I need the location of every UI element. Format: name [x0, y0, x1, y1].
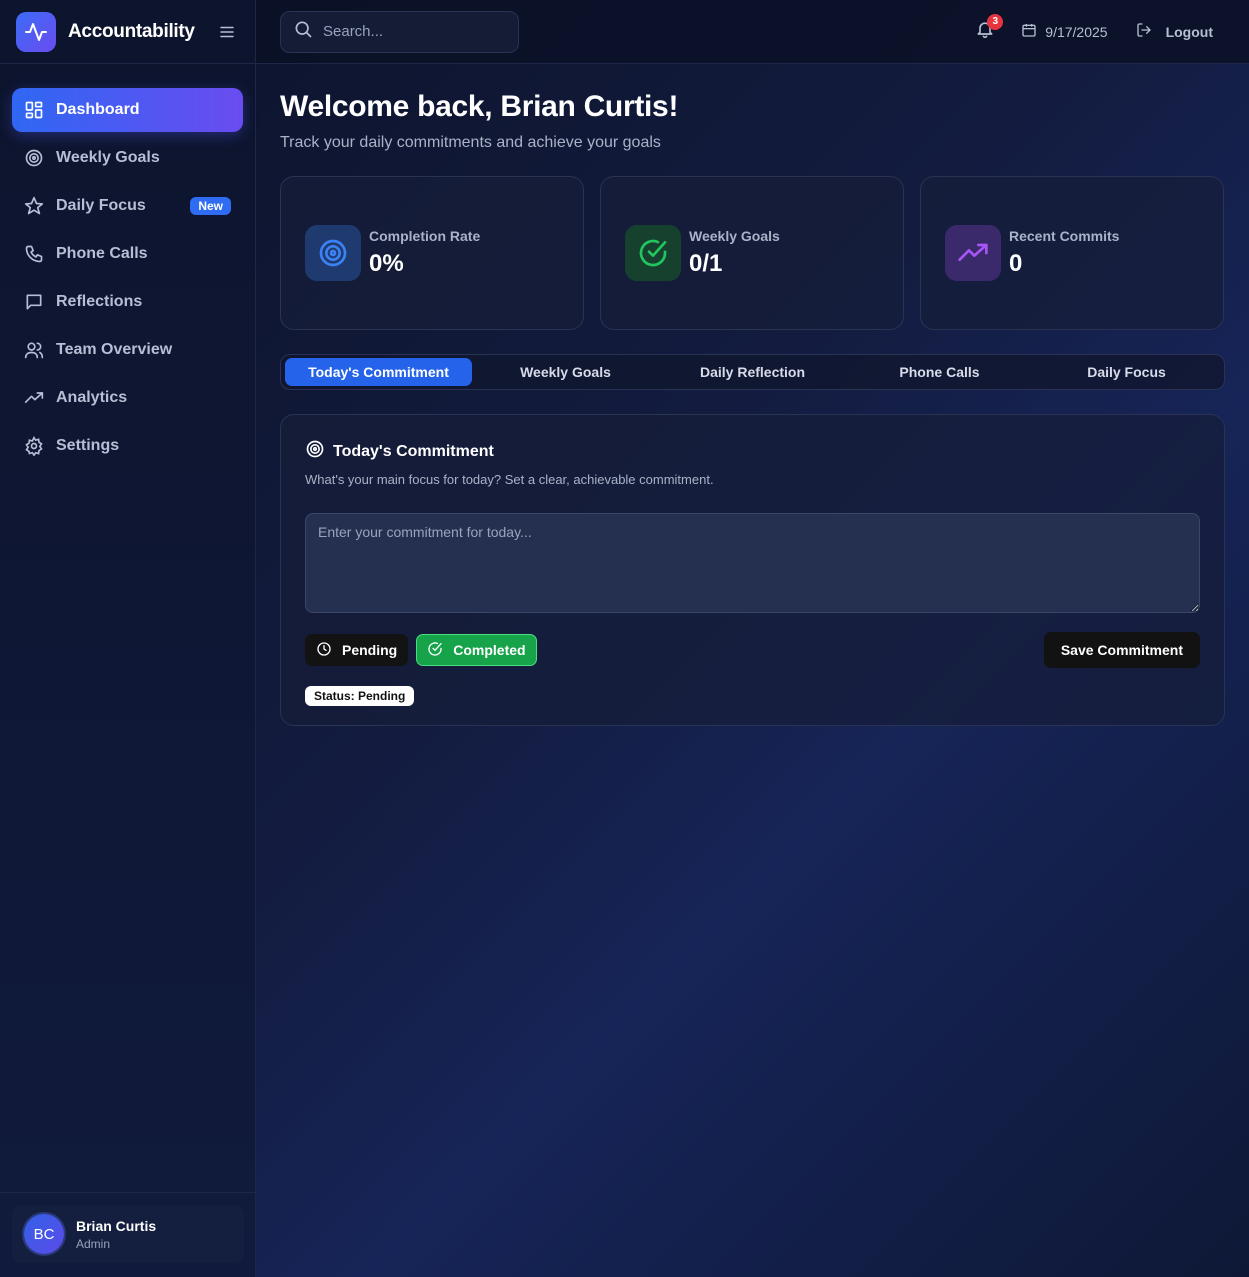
sidebar-item-team-overview[interactable]: Team Overview	[12, 328, 243, 372]
main-content: Welcome back, Brian Curtis! Track your d…	[280, 64, 1225, 726]
brand-header: Accountability	[0, 0, 255, 64]
stat-value: 0/1	[689, 250, 723, 277]
tab-daily-reflection[interactable]: Daily Reflection	[659, 358, 846, 386]
target-icon	[305, 439, 325, 464]
sidebar-item-analytics[interactable]: Analytics	[12, 376, 243, 420]
chat-icon	[24, 292, 44, 312]
sidebar-item-label: Reflections	[56, 293, 143, 310]
trend-icon	[945, 225, 1001, 281]
commitment-input[interactable]	[305, 513, 1200, 613]
sidebar: Accountability Dashboard Weekly Goals Da…	[0, 0, 256, 1277]
completed-label: Completed	[453, 642, 526, 658]
stat-card-weekly-goals: Weekly Goals 0/1	[600, 176, 904, 330]
sidebar-item-label: Team Overview	[56, 341, 173, 358]
user-profile[interactable]: BC Brian Curtis Admin	[12, 1205, 244, 1263]
date-text: 9/17/2025	[1045, 23, 1108, 40]
tab-bar: Today's Commitment Weekly Goals Daily Re…	[280, 354, 1225, 390]
check-circle-icon	[427, 641, 443, 660]
pending-button[interactable]: Pending	[305, 634, 409, 666]
user-name: Brian Curtis	[76, 1217, 157, 1234]
clock-icon	[316, 641, 332, 660]
trend-icon	[24, 388, 44, 408]
stat-label: Completion Rate	[369, 228, 481, 244]
search-icon	[293, 19, 313, 44]
page-title: Welcome back, Brian Curtis!	[280, 90, 679, 123]
completed-button[interactable]: Completed	[416, 634, 537, 666]
menu-icon[interactable]	[215, 20, 239, 44]
sidebar-item-label: Analytics	[56, 389, 128, 406]
sidebar-divider	[0, 1192, 256, 1193]
commitment-actions: Pending Completed Save Commitment	[305, 632, 1200, 668]
stat-value: 0	[1009, 250, 1023, 277]
panel-title-text: Today's Commitment	[333, 442, 494, 460]
stat-card-completion-rate: Completion Rate 0%	[280, 176, 584, 330]
stat-label: Recent Commits	[1009, 228, 1120, 244]
target-icon	[305, 225, 361, 281]
stat-card-recent-commits: Recent Commits 0	[920, 176, 1224, 330]
panel-description: What's your main focus for today? Set a …	[305, 472, 714, 487]
gear-icon	[24, 436, 44, 456]
star-icon	[24, 196, 44, 216]
sidebar-item-label: Weekly Goals	[56, 149, 160, 166]
notification-count-badge: 3	[987, 13, 1004, 30]
panel-title: Today's Commitment	[305, 439, 1200, 464]
sidebar-item-settings[interactable]: Settings	[12, 424, 243, 468]
commitment-panel: Today's Commitment What's your main focu…	[280, 414, 1225, 726]
page-subtitle: Track your daily commitments and achieve…	[280, 134, 661, 151]
tab-phone-calls[interactable]: Phone Calls	[846, 358, 1033, 386]
pending-label: Pending	[342, 642, 398, 658]
stats-row: Completion Rate 0% Weekly Goals 0/1 Rece…	[280, 176, 1225, 330]
sidebar-item-weekly-goals[interactable]: Weekly Goals	[12, 136, 243, 180]
phone-icon	[24, 244, 44, 264]
sidebar-item-label: Daily Focus	[56, 197, 146, 214]
tab-todays-commitment[interactable]: Today's Commitment	[285, 358, 472, 386]
new-badge: New	[190, 197, 231, 215]
stat-label: Weekly Goals	[689, 228, 780, 244]
sidebar-item-label: Settings	[56, 437, 120, 454]
sidebar-item-dashboard[interactable]: Dashboard	[12, 88, 243, 132]
search-box[interactable]	[280, 10, 519, 53]
notifications-button[interactable]: 3	[973, 13, 1004, 44]
logout-label: Logout	[1165, 23, 1213, 40]
check-circle-icon	[625, 225, 681, 281]
sidebar-item-phone-calls[interactable]: Phone Calls	[12, 232, 243, 276]
avatar: BC	[24, 1214, 64, 1254]
activity-icon	[16, 11, 56, 52]
status-badge: Status: Pending	[305, 686, 415, 706]
stat-value: 0%	[369, 250, 404, 277]
dashboard-icon	[24, 100, 44, 120]
logout-icon	[1136, 22, 1152, 41]
user-role: Admin	[76, 1236, 111, 1251]
sidebar-nav: Dashboard Weekly Goals Daily Focus New P…	[0, 64, 255, 468]
tab-daily-focus[interactable]: Daily Focus	[1033, 358, 1220, 386]
logout-button[interactable]: Logout	[1136, 22, 1225, 41]
target-icon	[24, 148, 44, 168]
sidebar-item-label: Phone Calls	[56, 245, 148, 262]
calendar-icon	[1021, 22, 1037, 41]
sidebar-item-reflections[interactable]: Reflections	[12, 280, 243, 324]
sidebar-item-label: Dashboard	[56, 101, 140, 118]
users-icon	[24, 340, 44, 360]
top-header: 3 9/17/2025 Logout	[256, 0, 1249, 64]
search-input[interactable]	[323, 23, 503, 40]
brand-name: Accountability	[68, 20, 195, 42]
sidebar-item-daily-focus[interactable]: Daily Focus New	[12, 184, 243, 228]
tab-weekly-goals[interactable]: Weekly Goals	[472, 358, 659, 386]
save-commitment-button[interactable]: Save Commitment	[1043, 632, 1200, 668]
current-date: 9/17/2025	[1021, 22, 1108, 41]
